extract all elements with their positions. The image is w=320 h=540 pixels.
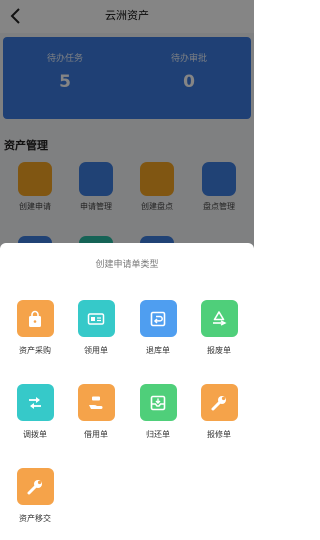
hand-icon bbox=[77, 384, 115, 421]
type-repair[interactable]: 报修单 bbox=[191, 384, 247, 440]
type-give-back[interactable]: 归还单 bbox=[130, 384, 186, 440]
request-type-sheet: 创建申请单类型 资产采购 领用单 退库单 报废单 调拨单 借用单 归还单 报修单… bbox=[0, 243, 254, 540]
type-label: 归还单 bbox=[146, 430, 170, 439]
type-label: 退库单 bbox=[146, 346, 170, 355]
type-borrow[interactable]: 借用单 bbox=[68, 384, 124, 440]
type-label: 资产移交 bbox=[19, 514, 51, 523]
return-icon bbox=[139, 300, 177, 337]
wrench-icon bbox=[16, 468, 54, 505]
tray-icon bbox=[139, 384, 177, 421]
type-label: 领用单 bbox=[84, 346, 108, 355]
type-label: 调拨单 bbox=[23, 430, 47, 439]
type-return-stock[interactable]: 退库单 bbox=[130, 300, 186, 356]
type-requisition[interactable]: 领用单 bbox=[68, 300, 124, 356]
type-asset-purchase[interactable]: 资产采购 bbox=[7, 300, 63, 356]
type-label: 借用单 bbox=[84, 430, 108, 439]
type-label: 资产采购 bbox=[19, 346, 51, 355]
card-icon bbox=[77, 300, 115, 337]
sheet-title: 创建申请单类型 bbox=[95, 260, 159, 270]
recycle-icon bbox=[200, 300, 238, 337]
bag-icon bbox=[16, 300, 54, 337]
transfer-icon bbox=[16, 384, 54, 421]
type-asset-handover[interactable]: 资产移交 bbox=[7, 468, 63, 524]
type-label: 报修单 bbox=[207, 430, 231, 439]
type-label: 报废单 bbox=[207, 346, 231, 355]
type-transfer[interactable]: 调拨单 bbox=[7, 384, 63, 440]
type-scrap[interactable]: 报废单 bbox=[191, 300, 247, 356]
wrench-icon bbox=[200, 384, 238, 421]
